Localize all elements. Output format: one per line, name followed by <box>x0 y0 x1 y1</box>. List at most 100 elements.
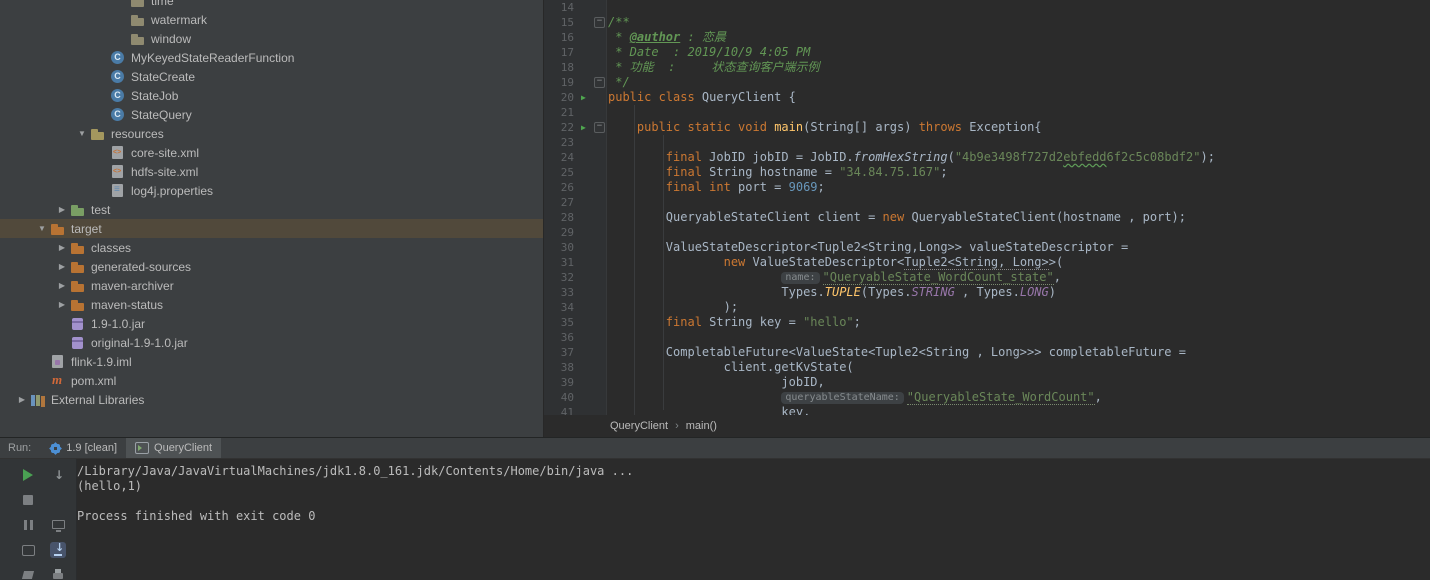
tree-item-label: maven-archiver <box>91 278 174 293</box>
clear-icon[interactable] <box>20 567 36 580</box>
chevron-right-icon[interactable]: ▶ <box>54 281 70 290</box>
gutter-marks <box>576 60 608 75</box>
code-line-19: 19 − */ <box>544 75 1430 90</box>
code-line-28: 28 QueryableStateClient client = new Que… <box>544 210 1430 225</box>
console-icon <box>135 442 150 454</box>
gutter-marks: ▶ <box>576 90 608 105</box>
tree-item-mykeyedstatereaderfunction[interactable]: MyKeyedStateReaderFunction <box>0 48 543 67</box>
tree-item-statequery[interactable]: StateQuery <box>0 105 543 124</box>
down-stack-icon[interactable] <box>50 467 66 483</box>
gutter-marks <box>576 0 608 15</box>
print-icon[interactable] <box>50 567 66 580</box>
code-text: final String key = "hello"; <box>665 315 861 329</box>
tree-item-window[interactable]: window <box>0 29 543 48</box>
fold-icon[interactable]: − <box>594 122 605 133</box>
code-line-34: 34 ); <box>544 300 1430 315</box>
code-line-17: 17 * Date : 2019/10/9 4:05 PM <box>544 45 1430 60</box>
code-line-41: 41 key, <box>544 405 1430 415</box>
line-number: 31 <box>560 256 574 269</box>
tree-item-watermark[interactable]: watermark <box>0 10 543 29</box>
class-icon <box>110 88 126 104</box>
code-editor[interactable]: 14 15−/** 16 * @author : 恋晨 17 * Date : 201… <box>544 0 1430 415</box>
tree-item-original-1-9-1-0-jar[interactable]: original-1.9-1.0.jar <box>0 333 543 352</box>
code-text: public static void main(String[] args) t… <box>636 120 1042 134</box>
fold-icon[interactable]: − <box>594 17 605 28</box>
tree-item-core-site-xml[interactable]: core-site.xml <box>0 143 543 162</box>
tree-item-1-9-1-0-jar[interactable]: 1.9-1.0.jar <box>0 314 543 333</box>
chevron-right-icon[interactable]: ▶ <box>54 205 70 214</box>
gutter-marks <box>576 225 608 240</box>
code-line-37: 37 CompletableFuture<ValueState<Tuple2<S… <box>544 345 1430 360</box>
folder-gen-icon <box>70 297 86 313</box>
rerun-icon[interactable] <box>20 467 36 483</box>
tree-item-target[interactable]: ▼ target <box>0 219 543 238</box>
scroll-to-end-icon[interactable] <box>50 542 66 558</box>
folder-gen-icon <box>70 259 86 275</box>
tree-item-maven-status[interactable]: ▶ maven-status <box>0 295 543 314</box>
tree-item-resources[interactable]: ▼ resources <box>0 124 543 143</box>
run-panel: Run: 1.9 [clean] QueryClient /Library/Ja… <box>0 437 1430 580</box>
breadcrumb-method[interactable]: main() <box>686 420 717 432</box>
run-tab-maven-clean[interactable]: 1.9 [clean] <box>41 438 126 458</box>
line-number: 39 <box>560 376 574 389</box>
tree-item-label: time <box>151 0 174 8</box>
soft-wrap-icon[interactable] <box>20 542 36 558</box>
monitor-icon[interactable] <box>50 517 66 533</box>
code-line-39: 39 jobID, <box>544 375 1430 390</box>
code-line-32: 32 name: "QueryableState_WordCount_state"… <box>544 270 1430 285</box>
tree-item-maven-archiver[interactable]: ▶ maven-archiver <box>0 276 543 295</box>
code-text: final int port = 9069; <box>665 180 825 194</box>
iml-icon <box>50 354 66 370</box>
chevron-right-icon[interactable]: ▶ <box>54 300 70 309</box>
tree-item-pom-xml[interactable]: pom.xml <box>0 371 543 390</box>
chevron-right-icon[interactable]: ▶ <box>54 262 70 271</box>
tree-item-log4j-properties[interactable]: log4j.properties <box>0 181 543 200</box>
run-line-icon[interactable]: ▶ <box>581 90 586 105</box>
line-number: 24 <box>560 151 574 164</box>
tree-item-label: window <box>151 31 192 46</box>
chevron-down-icon[interactable]: ▼ <box>74 129 90 138</box>
code-text: key, <box>608 405 811 415</box>
code-line-26: 26 final int port = 9069; <box>544 180 1430 195</box>
tree-item-classes[interactable]: ▶ classes <box>0 238 543 257</box>
line-number: 22 <box>560 121 574 134</box>
chevron-right-icon[interactable]: ▶ <box>54 243 70 252</box>
gutter-marks <box>576 210 608 225</box>
fold-icon[interactable]: − <box>594 77 605 88</box>
tree-item-external-libraries[interactable]: ▶ External Libraries <box>0 390 543 409</box>
code-line-16: 16 * @author : 恋晨 <box>544 30 1430 45</box>
code-line-15: 15 −/** <box>544 15 1430 30</box>
project-tree: time watermark window MyKeyedStateReaderFun… <box>0 0 543 409</box>
tree-item-hdfs-site-xml[interactable]: hdfs-site.xml <box>0 162 543 181</box>
code-line-27: 27 <box>544 195 1430 210</box>
tree-item-label: StateCreate <box>131 69 196 84</box>
stop-icon[interactable] <box>20 492 36 508</box>
breadcrumb-class[interactable]: QueryClient <box>610 420 668 432</box>
code-line-31: 31 new ValueStateDescriptor<Tuple2<Strin… <box>544 255 1430 270</box>
xml-icon <box>110 164 126 180</box>
line-number: 28 <box>560 211 574 224</box>
gutter-marks <box>576 375 608 390</box>
run-tab-queryclient[interactable]: QueryClient <box>126 438 222 458</box>
chevron-right-icon[interactable]: ▶ <box>14 395 30 404</box>
code-text: final String hostname = "34.84.75.167"; <box>665 165 948 179</box>
tree-item-label: MyKeyedStateReaderFunction <box>131 50 295 65</box>
tree-item-statecreate[interactable]: StateCreate <box>0 67 543 86</box>
tree-item-flink-1-9-iml[interactable]: flink-1.9.iml <box>0 352 543 371</box>
tree-item-label: classes <box>91 240 132 255</box>
tree-item-label: flink-1.9.iml <box>71 354 132 369</box>
tree-item-test[interactable]: ▶ test <box>0 200 543 219</box>
breadcrumb: QueryClient › main() <box>544 415 1430 437</box>
tree-item-time[interactable]: time <box>0 0 543 10</box>
run-line-icon[interactable]: ▶ <box>581 120 586 135</box>
line-number: 18 <box>560 61 574 74</box>
tree-item-label: pom.xml <box>71 373 117 388</box>
gutter-marks <box>576 105 608 120</box>
code-text: name: "QueryableState_WordCount_state", <box>608 270 1061 285</box>
console-line: /Library/Java/JavaVirtualMachines/jdk1.8… <box>77 464 634 478</box>
chevron-down-icon[interactable]: ▼ <box>34 224 50 233</box>
tree-item-generated-sources[interactable]: ▶ generated-sources <box>0 257 543 276</box>
pause-output-icon[interactable] <box>20 517 36 533</box>
tree-item-label: generated-sources <box>91 259 192 274</box>
tree-item-statejob[interactable]: StateJob <box>0 86 543 105</box>
